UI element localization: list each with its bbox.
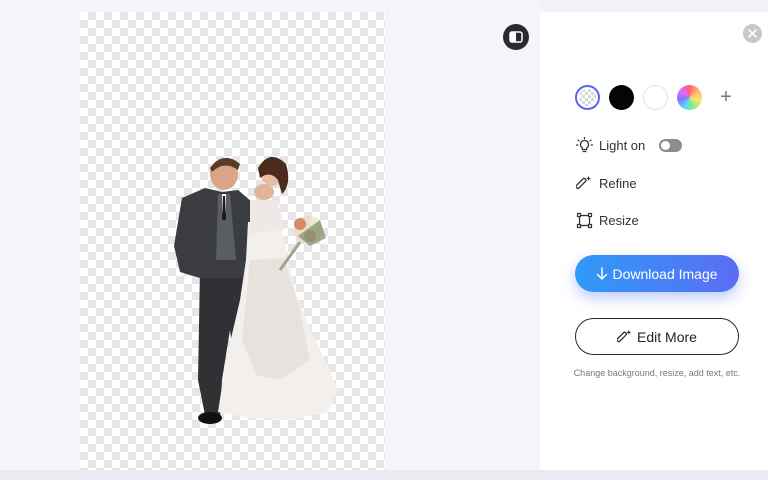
swatch-transparent[interactable]	[575, 85, 600, 110]
download-label: Download Image	[612, 265, 718, 282]
resize-label: Resize	[599, 212, 639, 228]
edit-more-button[interactable]: Edit More	[575, 318, 739, 355]
edit-more-hint: Change background, resize, add text, etc…	[573, 368, 741, 378]
background-color-swatches: +	[575, 85, 735, 110]
resize-row[interactable]: Resize	[575, 211, 639, 229]
download-image-button[interactable]: Download Image	[575, 255, 739, 292]
light-on-label: Light on	[599, 137, 646, 153]
canvas-area	[0, 0, 540, 470]
download-arrow-icon	[597, 266, 608, 280]
magic-wand-icon	[617, 329, 632, 342]
light-on-row[interactable]: Light on	[575, 136, 683, 154]
bottom-strip	[0, 470, 768, 480]
plus-icon[interactable]: +	[717, 86, 735, 109]
refine-row[interactable]: Refine	[575, 174, 637, 192]
cutout-image	[174, 156, 338, 424]
crop-icon	[575, 211, 593, 229]
close-button[interactable]	[743, 24, 762, 43]
light-toggle[interactable]	[659, 138, 683, 152]
lightbulb-icon	[575, 136, 593, 154]
edit-more-label: Edit More	[637, 328, 697, 345]
swatch-black[interactable]	[609, 85, 634, 110]
refine-label: Refine	[599, 175, 637, 191]
side-panel	[540, 12, 768, 470]
close-icon	[748, 29, 757, 38]
split-view-icon	[509, 31, 523, 43]
swatch-custom-color[interactable]	[677, 85, 702, 110]
compare-button[interactable]	[503, 24, 529, 50]
swatch-white[interactable]	[643, 85, 668, 110]
magic-wand-icon	[575, 174, 593, 192]
